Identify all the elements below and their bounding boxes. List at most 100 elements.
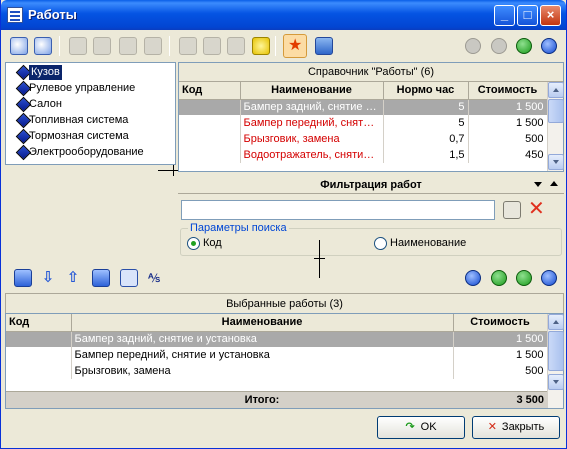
first-record-icon[interactable]: [465, 38, 481, 54]
catalog-scrollbar[interactable]: [547, 82, 564, 171]
cell-cost: 500: [453, 363, 548, 379]
table-row[interactable]: Бампер передний, снятие... 5 1 500: [179, 115, 548, 131]
cell-hours: 5: [383, 115, 469, 131]
selected-table[interactable]: Код Наименование Стоимость Бампер задний…: [6, 314, 548, 379]
cell-code: [179, 99, 241, 115]
category-tree[interactable]: Кузов Рулевое управление Салон Топливная…: [5, 62, 176, 165]
cell-code: [6, 347, 72, 363]
move-first-icon[interactable]: [14, 269, 32, 287]
tree-item-label: Тормозная система: [29, 130, 129, 142]
properties-icon[interactable]: [227, 37, 245, 55]
lightbulb-icon[interactable]: [252, 37, 270, 55]
selected-caption: Выбранные работы (3): [5, 293, 564, 313]
favorite-star-icon[interactable]: ★: [283, 34, 307, 58]
column-header-name[interactable]: Наименование: [71, 314, 454, 332]
column-header-code[interactable]: Код: [6, 314, 72, 332]
table-row[interactable]: Водоотражатель, снятие ... 1,5 450: [179, 147, 548, 163]
close-window-button[interactable]: ×: [540, 5, 561, 26]
move-up-icon[interactable]: ⇧: [64, 269, 82, 287]
delete-icon[interactable]: [203, 37, 221, 55]
app-icon: [7, 7, 23, 23]
close-button[interactable]: ✕ Закрыть: [472, 416, 560, 439]
cell-cost: 1 500: [453, 331, 548, 347]
table-row[interactable]: Брызговик, замена 0,7 500: [179, 131, 548, 147]
tree-item-label: Электрооборудование: [29, 146, 144, 158]
selected-scrollbar[interactable]: [547, 314, 564, 408]
radio-code-label[interactable]: Код: [203, 237, 222, 249]
column-header-code[interactable]: Код: [179, 82, 241, 100]
search-params-label: Параметры поиска: [188, 222, 289, 234]
cell-code: [6, 363, 72, 379]
column-header-hours[interactable]: Нормо час: [383, 82, 469, 100]
scroll-up-button[interactable]: [548, 314, 564, 330]
split-icon[interactable]: ⅍: [145, 269, 163, 287]
toolbar-separator: [169, 36, 170, 56]
next-record-icon[interactable]: [516, 270, 532, 286]
next-record-icon[interactable]: [516, 38, 532, 54]
total-value: 3 500: [516, 394, 544, 406]
column-header-name[interactable]: Наименование: [240, 82, 384, 100]
cell-cost: 1 500: [453, 347, 548, 363]
move-last-icon[interactable]: [92, 269, 110, 287]
filter-settings-icon[interactable]: [503, 201, 521, 219]
add-icon[interactable]: [10, 37, 28, 55]
cell-name: Водоотражатель, снятие ...: [240, 147, 384, 163]
last-record-icon[interactable]: [541, 38, 557, 54]
collapse-up-icon[interactable]: [550, 181, 558, 186]
cell-name: Бампер передний, снятие...: [240, 115, 384, 131]
radio-name[interactable]: [374, 237, 387, 250]
copy-icon[interactable]: [93, 37, 111, 55]
cell-name: Брызговик, замена: [71, 363, 454, 379]
top-toolbar: ★: [1, 31, 566, 61]
cell-hours: 5: [383, 99, 469, 115]
filter-input[interactable]: [181, 200, 495, 220]
table-row[interactable]: Брызговик, замена 500: [6, 363, 548, 379]
table-row[interactable]: Бампер передний, снятие и установка 1 50…: [6, 347, 548, 363]
last-record-icon[interactable]: [541, 270, 557, 286]
first-record-icon[interactable]: [465, 270, 481, 286]
scroll-thumb[interactable]: [548, 99, 564, 123]
catalog-panel: Справочник "Работы" (6) Код Наименование…: [178, 62, 564, 172]
find-icon[interactable]: [315, 37, 333, 55]
minimize-button[interactable]: _: [494, 5, 515, 26]
column-header-cost[interactable]: Стоимость: [453, 314, 548, 332]
scroll-down-button[interactable]: [548, 154, 564, 170]
catalog-caption: Справочник "Работы" (6): [179, 63, 563, 82]
prev-record-icon[interactable]: [491, 38, 507, 54]
edit-icon[interactable]: [34, 37, 52, 55]
new-folder-icon[interactable]: [69, 37, 87, 55]
cut-icon[interactable]: [119, 37, 137, 55]
filter-panel: Фильтрация работ ✕ Параметры поиска Код …: [178, 176, 564, 258]
table-row[interactable]: Бампер задний, снятие и ... 5 1 500: [179, 99, 548, 115]
radio-name-label[interactable]: Наименование: [390, 237, 466, 249]
cell-cost: 500: [468, 131, 548, 147]
cell-cost: 1 500: [468, 115, 548, 131]
selected-header-row: Код Наименование Стоимость: [6, 314, 548, 332]
catalog-table[interactable]: Код Наименование Нормо час Стоимость Бам…: [179, 82, 548, 163]
radio-code[interactable]: [187, 237, 200, 250]
move-down-icon[interactable]: ⇩: [39, 269, 57, 287]
edit-row-icon[interactable]: [120, 269, 138, 287]
scroll-thumb[interactable]: [548, 331, 564, 371]
tree-item-label: Кузов: [29, 65, 62, 80]
scroll-up-button[interactable]: [548, 82, 564, 98]
cell-name: Бампер передний, снятие и установка: [71, 347, 454, 363]
arrow-up-icon[interactable]: [179, 37, 197, 55]
cell-code: [179, 131, 241, 147]
table-row[interactable]: Бампер задний, снятие и установка 1 500: [6, 331, 548, 347]
delete-folder-icon[interactable]: [144, 37, 162, 55]
scroll-down-button[interactable]: [548, 374, 564, 390]
dialog-window: Работы _ □ × ★ Кузов Рулевое управление …: [0, 0, 567, 449]
maximize-button[interactable]: □: [517, 5, 538, 26]
window-title: Работы: [28, 7, 77, 22]
ok-button[interactable]: ↷ OK: [377, 416, 465, 439]
total-row: Итого: 3 500: [6, 391, 547, 408]
title-bar[interactable]: Работы _ □ ×: [1, 0, 566, 30]
cell-hours: 1,5: [383, 147, 469, 163]
prev-record-icon[interactable]: [491, 270, 507, 286]
column-header-cost[interactable]: Стоимость: [468, 82, 548, 100]
clear-filter-icon[interactable]: ✕: [528, 197, 545, 221]
collapse-dropdown-icon[interactable]: [534, 182, 542, 187]
tree-item-label: Салон: [29, 98, 62, 110]
cell-cost: 450: [468, 147, 548, 163]
